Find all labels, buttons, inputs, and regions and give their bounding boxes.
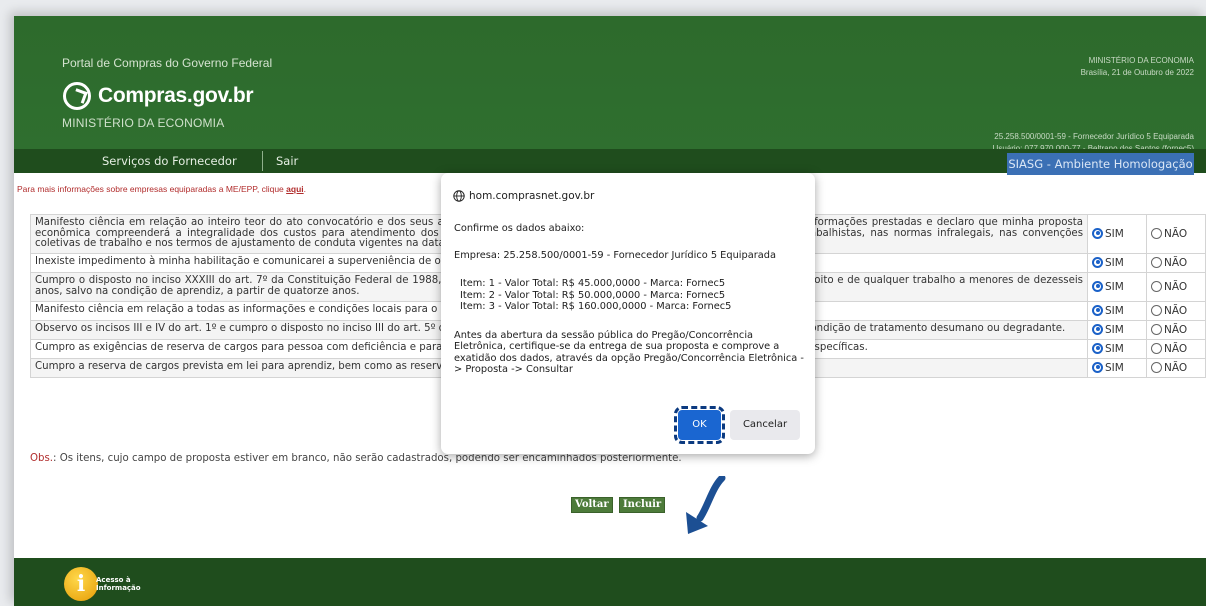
option-label: SIM <box>1105 361 1124 374</box>
option-sim[interactable]: SIM <box>1087 214 1147 254</box>
info-end: . <box>303 184 307 194</box>
nav-supplier-services[interactable]: Serviços do Fornecedor <box>102 149 237 173</box>
compras-logo-icon <box>63 82 91 110</box>
back-button[interactable]: Voltar <box>571 497 613 513</box>
dialog-body: Confirme os dados abaixo: Empresa: 25.25… <box>454 223 804 376</box>
radio-unselected-icon[interactable] <box>1151 323 1162 335</box>
arrow-pointer-icon <box>686 476 726 534</box>
option-sim[interactable]: SIM <box>1087 357 1147 378</box>
dialog-host: hom.comprasnet.gov.br <box>469 190 595 202</box>
ministry-name: MINISTÉRIO DA ECONOMIA <box>62 116 225 130</box>
option-sim[interactable]: SIM <box>1087 252 1147 273</box>
obs-label: Obs. <box>30 453 54 464</box>
info-link[interactable]: aqui <box>286 184 303 194</box>
option-nao[interactable]: NÃO <box>1146 338 1206 359</box>
observation-note: Obs.: Os itens, cujo campo de proposta e… <box>30 453 682 464</box>
dialog-origin: hom.comprasnet.gov.br <box>453 190 594 202</box>
option-label: NÃO <box>1164 323 1188 336</box>
option-nao[interactable]: NÃO <box>1146 300 1206 321</box>
radio-selected-icon[interactable] <box>1092 280 1103 292</box>
dialog-item: Item: 2 - Valor Total: R$ 50.000,0000 - … <box>460 289 726 301</box>
dialog-confirm-text: Confirme os dados abaixo: <box>454 223 585 234</box>
radio-selected-icon[interactable] <box>1092 342 1103 354</box>
environment-badge: SIASG - Ambiente Homologação <box>1007 153 1194 175</box>
nav-divider <box>262 151 263 171</box>
option-label: SIM <box>1105 227 1124 240</box>
radio-unselected-icon[interactable] <box>1151 280 1162 292</box>
access-line2: Informação <box>96 584 141 592</box>
radio-unselected-icon[interactable] <box>1151 342 1162 354</box>
option-label: NÃO <box>1164 227 1188 240</box>
option-label: NÃO <box>1164 342 1188 355</box>
option-nao[interactable]: NÃO <box>1146 252 1206 273</box>
site-header: Portal de Compras do Governo Federal Com… <box>14 16 1206 153</box>
dialog-item: Item: 3 - Valor Total: R$ 160.000,0000 -… <box>460 301 732 312</box>
radio-unselected-icon[interactable] <box>1151 304 1162 316</box>
radio-unselected-icon[interactable] <box>1151 256 1162 268</box>
site-footer <box>14 558 1206 606</box>
obs-text: : Os itens, cujo campo de proposta estiv… <box>53 453 682 464</box>
include-button[interactable]: Incluir <box>619 497 666 513</box>
header-ministry-small: MINISTÉRIO DA ECONOMIA <box>1088 56 1194 65</box>
header-date: Brasília, 21 de Outubro de 2022 <box>1080 68 1194 77</box>
header-date-block: MINISTÉRIO DA ECONOMIA Brasília, 21 de O… <box>1081 55 1194 79</box>
option-label: SIM <box>1105 256 1124 269</box>
radio-selected-icon[interactable] <box>1092 361 1103 373</box>
option-nao[interactable]: NÃO <box>1146 271 1206 302</box>
option-sim[interactable]: SIM <box>1087 319 1147 340</box>
dialog-item: Item: 1 - Valor Total: R$ 45.000,0000 - … <box>460 278 726 289</box>
option-label: SIM <box>1105 323 1124 336</box>
access-line1: Acesso à <box>96 576 131 584</box>
radio-selected-icon[interactable] <box>1092 227 1103 239</box>
confirm-dialog: hom.comprasnet.gov.br Confirme os dados … <box>441 173 815 454</box>
dialog-notice: Antes da abertura da sessão pública do P… <box>454 329 804 376</box>
option-label: SIM <box>1105 280 1124 293</box>
logo-text: Compras.gov.br <box>98 84 254 107</box>
radio-unselected-icon[interactable] <box>1151 361 1162 373</box>
cancel-button[interactable]: Cancelar <box>730 410 800 440</box>
nav-exit[interactable]: Sair <box>276 149 298 173</box>
access-information-icon[interactable]: i <box>64 567 98 601</box>
option-sim[interactable]: SIM <box>1087 300 1147 321</box>
option-label: NÃO <box>1164 361 1188 374</box>
option-label: SIM <box>1105 304 1124 317</box>
me-epp-info: Para mais informações sobre empresas equ… <box>17 184 306 194</box>
dialog-company: Empresa: 25.258.500/0001-59 - Fornecedor… <box>454 249 776 261</box>
dialog-items: Item: 1 - Valor Total: R$ 45.000,0000 - … <box>454 278 804 313</box>
option-label: NÃO <box>1164 280 1188 293</box>
access-information-link[interactable]: Acesso à Informação <box>96 576 141 592</box>
globe-icon <box>453 190 465 202</box>
option-label: SIM <box>1105 342 1124 355</box>
option-label: NÃO <box>1164 304 1188 317</box>
ok-button[interactable]: OK <box>674 406 725 444</box>
option-sim[interactable]: SIM <box>1087 338 1147 359</box>
radio-selected-icon[interactable] <box>1092 304 1103 316</box>
radio-selected-icon[interactable] <box>1092 323 1103 335</box>
site-logo[interactable]: Compras.gov.br <box>63 78 254 114</box>
supplier-info: 25.258.500/0001-59 - Fornecedor Jurídico… <box>994 132 1194 141</box>
option-sim[interactable]: SIM <box>1087 271 1147 302</box>
option-nao[interactable]: NÃO <box>1146 214 1206 254</box>
option-nao[interactable]: NÃO <box>1146 319 1206 340</box>
option-nao[interactable]: NÃO <box>1146 357 1206 378</box>
radio-selected-icon[interactable] <box>1092 256 1103 268</box>
radio-unselected-icon[interactable] <box>1151 227 1162 239</box>
portal-title: Portal de Compras do Governo Federal <box>62 56 273 70</box>
info-text: Para mais informações sobre empresas equ… <box>17 184 287 194</box>
option-label: NÃO <box>1164 256 1188 269</box>
